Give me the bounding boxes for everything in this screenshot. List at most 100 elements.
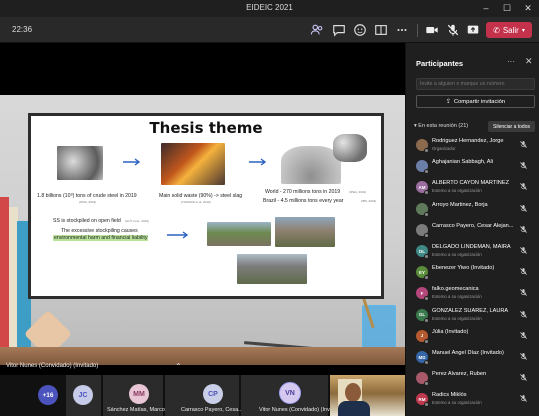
participant-tile-jc[interactable]: JC <box>66 375 101 416</box>
participant-row[interactable]: DL DELGADO LINDEMAN, MAIRA Externo a su or… <box>406 242 539 263</box>
participant-role: Externo a su organización <box>432 252 482 257</box>
camera-icon[interactable] <box>424 22 440 38</box>
in-meeting-section-header[interactable]: ▾ En esta reunión (21) <box>414 123 468 129</box>
share-invite-label: Compartir invitación <box>453 98 506 105</box>
participant-tile-vn[interactable]: VN Vitor Nunes (Convidado) (Invi... <box>241 375 336 416</box>
microphone-muted-icon[interactable] <box>519 161 528 170</box>
leave-label: Salir <box>502 25 519 35</box>
participant-row[interactable]: GL GONZALEZ SUAREZ, LAURA Externo a su org… <box>406 306 539 327</box>
cursor-icon: ⌃ <box>175 362 182 371</box>
self-video-tile[interactable] <box>330 375 405 416</box>
panel-more-icon[interactable]: ··· <box>507 57 515 66</box>
microphone-muted-icon[interactable] <box>519 140 528 149</box>
chevron-down-icon: ▾ <box>521 27 525 34</box>
participant-name: Arroyo Martinez, Borja <box>432 201 488 208</box>
toolbar-divider <box>417 24 418 37</box>
participant-name: Manuel Angel Díaz (Invitado) <box>432 350 504 356</box>
breakout-rooms-icon[interactable] <box>373 22 389 38</box>
participant-row[interactable]: AM ALBERTO CAYON MARTINEZ Externo a su org… <box>406 178 539 199</box>
participant-tile-mm[interactable]: MM Sánchez Matías, Marcos <box>103 375 168 416</box>
panel-title: Participantes <box>416 59 464 68</box>
window-title: EIDEIC 2021 <box>246 3 293 12</box>
presence-dot <box>424 148 429 153</box>
overflow-tile[interactable]: +16 <box>35 375 65 416</box>
microphone-muted-icon[interactable] <box>519 288 528 297</box>
meeting-toolbar: 22:36 ✆ Salir ▾ <box>0 17 539 43</box>
phone-hangup-icon: ✆ <box>493 25 500 35</box>
participant-tile-cp[interactable]: CP Carrasco Payero, Cesa... <box>165 375 243 416</box>
brazil-note: (IBS, 2019) <box>361 199 377 203</box>
chat-icon[interactable] <box>331 22 347 38</box>
slag-pile-image <box>281 146 341 184</box>
microphone-muted-icon[interactable] <box>519 331 528 340</box>
presence-dot <box>424 296 429 302</box>
participant-name: ALBERTO CAYON MARTINEZ <box>432 180 509 187</box>
reactions-icon[interactable] <box>352 22 368 38</box>
microphone-muted-icon[interactable] <box>519 267 528 276</box>
participant-row[interactable]: Aghajanian Sabbagh, Ali <box>406 157 539 178</box>
microphone-muted-icon[interactable] <box>445 22 461 38</box>
presence-dot <box>424 381 429 387</box>
stockpile-aerial-image <box>275 217 335 247</box>
participant-name: GONZALEZ SUAREZ, LAURA <box>432 307 509 314</box>
arrow-right-icon <box>249 158 267 166</box>
participant-row[interactable]: Carrasco Payero, Cesar Alejan... <box>406 221 539 242</box>
microphone-muted-icon[interactable] <box>519 352 528 361</box>
participant-row[interactable]: Ffalko.geomecanica Externo a su organizac… <box>406 284 539 305</box>
participant-row[interactable]: RM Radics Miklós Externo a su organización <box>406 390 539 411</box>
whiteboard: Thesis theme 1.8 billions (10⁹) tons of … <box>28 113 384 299</box>
participant-row[interactable]: MD Manuel Angel Díaz (Invitado) <box>406 348 539 369</box>
minimize-icon[interactable]: – <box>479 2 493 15</box>
participant-row[interactable]: EY Ebenezer Yiwo (Invitado) <box>406 263 539 284</box>
world-note: (IPEA, 2019) <box>349 190 367 194</box>
participant-role: Externo a su organización <box>432 188 482 194</box>
ss-note: (GUT et al., 2019) <box>125 219 149 223</box>
steel-coil-image <box>57 146 103 180</box>
presence-dot <box>424 190 429 196</box>
participant-row[interactable]: Rodriguez Hernandez, Jorge Organizador <box>406 136 539 157</box>
participant-name: Júlia (Invitado) <box>432 328 469 335</box>
title-bar: EIDEIC 2021 – ☐ ✕ <box>0 0 539 17</box>
steel-text: 1.8 billions (10⁹) tons of crude steel i… <box>37 193 137 199</box>
participant-role: Organizador <box>432 146 456 151</box>
person-head <box>345 383 361 402</box>
participant-row[interactable]: J Júlia (Invitado) <box>406 327 539 348</box>
participant-name: Ebenezer Yiwo (Invitado) <box>432 265 495 272</box>
participant-name: falko.geomecanica <box>432 286 479 293</box>
microphone-muted-icon[interactable] <box>519 373 528 382</box>
participant-name: DELGADO LINDEMAN, MAIRA <box>432 244 511 250</box>
more-actions-icon[interactable] <box>394 22 410 38</box>
shared-content-stage: Thesis theme 1.8 billions (10⁹) tons of … <box>0 43 405 375</box>
microphone-muted-icon[interactable] <box>519 394 528 403</box>
share-screen-icon[interactable] <box>465 22 481 38</box>
shared-slide: Thesis theme 1.8 billions (10⁹) tons of … <box>0 95 405 365</box>
invite-input[interactable] <box>416 78 535 90</box>
tile-name: Carrasco Payero, Cesa... <box>181 407 243 413</box>
close-window-icon[interactable]: ✕ <box>521 2 535 15</box>
microphone-muted-icon[interactable] <box>519 225 528 234</box>
participant-name: Rodriguez Hernandez, Jorge <box>432 138 504 144</box>
microphone-muted-icon[interactable] <box>519 310 528 319</box>
participant-row[interactable]: Perez Alvarez, Ruben <box>406 369 539 390</box>
share-invite-button[interactable]: ⇪ Compartir invitación <box>416 95 535 108</box>
presence-dot <box>424 232 429 238</box>
meeting-timer: 22:36 <box>12 25 33 34</box>
mute-all-button[interactable]: Silenciar a todos <box>488 121 535 132</box>
tile-name: Vitor Nunes (Convidado) (Invi... <box>259 407 336 413</box>
participant-name: Radics Miklós <box>432 392 467 399</box>
stockpile-landscape-image <box>237 254 307 284</box>
panel-close-icon[interactable]: ✕ <box>525 56 533 67</box>
presence-dot <box>424 169 429 175</box>
participant-strip: +16 JC MM Sánchez Matías, Marcos CP Carr… <box>0 375 405 416</box>
microphone-muted-icon[interactable] <box>519 182 528 191</box>
world-text: World - 270 millions tons in 2019 <box>265 189 341 195</box>
leave-button[interactable]: ✆ Salir ▾ <box>486 22 532 38</box>
presence-dot <box>424 211 429 217</box>
people-icon[interactable] <box>309 22 325 38</box>
participant-row[interactable]: Arroyo Martinez, Borja <box>406 200 539 221</box>
maximize-icon[interactable]: ☐ <box>500 2 514 15</box>
steel-note: (WSA, 2019) <box>79 200 97 204</box>
microphone-muted-icon[interactable] <box>519 204 528 213</box>
microphone-muted-icon[interactable] <box>519 246 528 255</box>
presence-dot <box>424 254 429 259</box>
